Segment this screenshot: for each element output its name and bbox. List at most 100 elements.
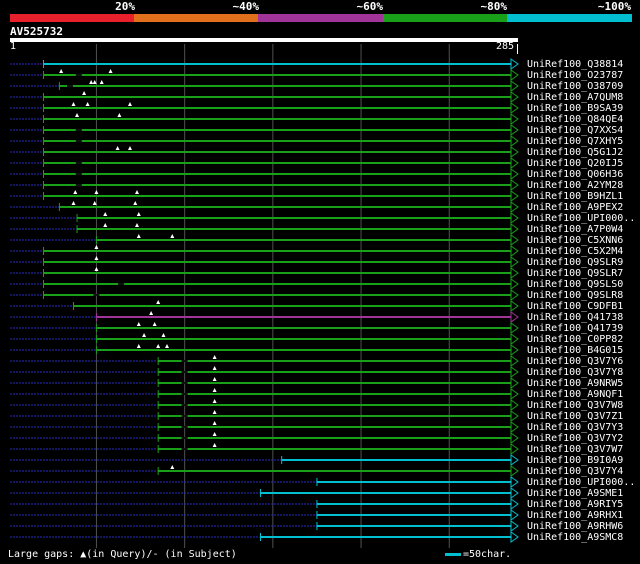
hit-label[interactable]: UniRef100_A9SME1 — [527, 488, 623, 499]
hit-label[interactable]: UniRef100_Q41739 — [527, 323, 623, 334]
hit-bar — [96, 338, 512, 340]
query-gap-marker — [85, 102, 90, 106]
hit-bar — [59, 85, 511, 87]
hit-label[interactable]: UniRef100_Q3V7W8 — [527, 400, 623, 411]
hit-end-arrow — [510, 179, 519, 191]
hit-end-arrow — [510, 157, 519, 169]
query-gap-marker — [136, 234, 141, 238]
subject-gap-marker — [75, 162, 82, 164]
hit-bar — [96, 316, 512, 318]
query-gap-marker — [73, 190, 78, 194]
hit-label[interactable]: UniRef100_Q9SLS0 — [527, 279, 623, 290]
query-gap-marker — [94, 256, 99, 260]
hit-label[interactable]: UniRef100_Q3V7Z1 — [527, 411, 623, 422]
query-gap-marker — [71, 102, 76, 106]
hit-label[interactable]: UniRef100_Q9SLR8 — [527, 290, 623, 301]
hit-label[interactable]: UniRef100_C0PP82 — [527, 334, 623, 345]
hit-label[interactable]: UniRef100_A9NRW5 — [527, 378, 623, 389]
hit-end-arrow — [510, 289, 519, 301]
hit-end-arrow — [510, 399, 519, 411]
hit-label[interactable]: UniRef100_A9RHW6 — [527, 521, 623, 532]
hit-bar — [158, 393, 511, 395]
subject-gap-marker — [181, 404, 188, 406]
hit-label[interactable]: UniRef100_Q84QE4 — [527, 114, 623, 125]
hit-label[interactable]: UniRef100_Q3V7W7 — [527, 444, 623, 455]
hit-bar — [43, 63, 511, 65]
hit-label[interactable]: UniRef100_Q3V7Y2 — [527, 433, 623, 444]
hit-bar — [158, 437, 511, 439]
query-gap-marker — [135, 223, 140, 227]
query-gap-marker — [156, 344, 161, 348]
hit-end-arrow — [510, 69, 519, 81]
query-gap-marker — [149, 311, 154, 315]
hit-label[interactable]: UniRef100_A9PEX2 — [527, 202, 623, 213]
hit-label[interactable]: UniRef100_A7P0W4 — [527, 224, 623, 235]
hit-bar — [43, 74, 511, 76]
hit-bar — [158, 448, 511, 450]
query-gap-marker — [156, 300, 161, 304]
hit-label[interactable]: UniRef100_Q38814 — [527, 59, 623, 70]
hit-label[interactable]: UniRef100_Q7XHY5 — [527, 136, 623, 147]
hit-bar — [43, 118, 511, 120]
hit-bar — [158, 360, 511, 362]
hit-label[interactable]: UniRef100_A9RHX1 — [527, 510, 623, 521]
hit-bar — [77, 228, 511, 230]
hit-end-arrow — [510, 300, 519, 312]
hit-end-arrow — [510, 333, 519, 345]
hit-bar — [73, 305, 511, 307]
hit-bar — [316, 525, 511, 527]
hit-bar — [158, 371, 511, 373]
hit-label[interactable]: UniRef100_Q20IJ5 — [527, 158, 623, 169]
query-gap-marker — [212, 388, 217, 392]
hit-end-arrow — [510, 366, 519, 378]
hit-end-arrow — [510, 201, 519, 213]
hit-label[interactable]: UniRef100_Q7XXS4 — [527, 125, 623, 136]
hit-bar — [158, 470, 511, 472]
hit-bar — [77, 217, 511, 219]
hit-label[interactable]: UniRef100_Q3V7Y4 — [527, 466, 623, 477]
hit-end-arrow — [510, 124, 519, 136]
hit-bar — [59, 206, 511, 208]
hit-label[interactable]: UniRef100_Q3V7Y8 — [527, 367, 623, 378]
subject-gap-marker — [118, 283, 125, 285]
hit-bar — [316, 503, 511, 505]
hit-label[interactable]: UniRef100_Q9SLR9 — [527, 257, 623, 268]
hit-label[interactable]: UniRef100_UPI000.. — [527, 213, 635, 224]
hit-label[interactable]: UniRef100_B4G015 — [527, 345, 623, 356]
hit-end-arrow — [510, 80, 519, 92]
query-gap-marker — [117, 113, 122, 117]
hit-end-arrow — [510, 102, 519, 114]
hit-label[interactable]: UniRef100_C9DFB1 — [527, 301, 623, 312]
query-gap-marker — [136, 322, 141, 326]
query-gap-marker — [165, 344, 170, 348]
hit-end-arrow — [510, 212, 519, 224]
hit-label[interactable]: UniRef100_A9SMC8 — [527, 532, 623, 543]
hit-label[interactable]: UniRef100_Q3V7Y3 — [527, 422, 623, 433]
hit-end-arrow — [510, 344, 519, 356]
query-gap-marker — [142, 333, 147, 337]
hit-label[interactable]: UniRef100_Q5G1J2 — [527, 147, 623, 158]
hit-label[interactable]: UniRef100_A9NQF1 — [527, 389, 623, 400]
hit-label[interactable]: UniRef100_C5X2M4 — [527, 246, 623, 257]
hit-label[interactable]: UniRef100_C5XNN6 — [527, 235, 623, 246]
hit-end-arrow — [510, 234, 519, 246]
hit-label[interactable]: UniRef100_O23787 — [527, 70, 623, 81]
hit-label[interactable]: UniRef100_B9SA39 — [527, 103, 623, 114]
hit-label[interactable]: UniRef100_UPI000.. — [527, 477, 635, 488]
hit-end-arrow — [510, 168, 519, 180]
query-gap-marker — [136, 344, 141, 348]
hit-label[interactable]: UniRef100_O38709 — [527, 81, 623, 92]
hit-bar — [43, 129, 511, 131]
hit-label[interactable]: UniRef100_Q06H36 — [527, 169, 623, 180]
hit-label[interactable]: UniRef100_A9RIY5 — [527, 499, 623, 510]
hit-label[interactable]: UniRef100_B9I0A9 — [527, 455, 623, 466]
hit-label[interactable]: UniRef100_Q9SLR7 — [527, 268, 623, 279]
hit-label[interactable]: UniRef100_A2YM28 — [527, 180, 623, 191]
hit-bar — [316, 481, 511, 483]
hit-end-arrow — [510, 135, 519, 147]
hit-label[interactable]: UniRef100_Q41738 — [527, 312, 623, 323]
subject-gap-marker — [181, 426, 188, 428]
hit-label[interactable]: UniRef100_Q3V7Y6 — [527, 356, 623, 367]
hit-label[interactable]: UniRef100_B9HZL1 — [527, 191, 623, 202]
hit-label[interactable]: UniRef100_A7QUM8 — [527, 92, 623, 103]
